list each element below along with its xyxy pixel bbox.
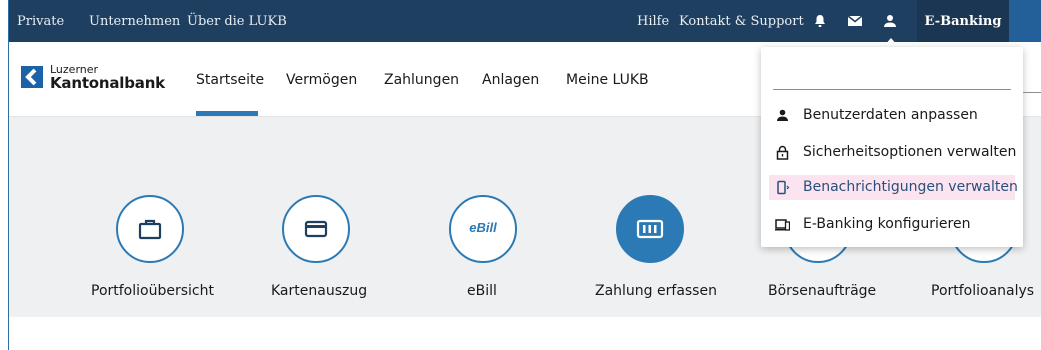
tile-label-boersen[interactable]: Börsenaufträge — [768, 283, 876, 299]
topbar-right-strip — [1009, 0, 1041, 42]
nav-item-vermoegen[interactable]: Vermögen — [286, 72, 357, 88]
tile-zahlung-button[interactable] — [616, 195, 684, 263]
topbar-link-hilfe[interactable]: Hilfe — [637, 0, 669, 42]
devices-icon — [775, 217, 791, 232]
menu-item-label: Benutzerdaten anpassen — [803, 107, 978, 123]
browser-frame: Private Unternehmen Über die LUKB Hilfe … — [8, 0, 1041, 350]
topbar-link-private[interactable]: Private — [17, 0, 64, 42]
tile-label-kartenauszug[interactable]: Kartenauszug — [271, 283, 367, 299]
menu-item-sicherheit[interactable]: Sicherheitsoptionen verwalten — [769, 140, 1017, 165]
tile-label-analyse[interactable]: Portfolioanalys — [931, 283, 1034, 299]
payment-slip-icon — [636, 219, 664, 239]
tile-label-portfolio[interactable]: Portfolioübersicht — [91, 283, 214, 299]
lukb-logo-icon[interactable] — [21, 66, 43, 88]
menu-item-label: Sicherheitsoptionen verwalten — [803, 144, 1017, 160]
user-icon[interactable] — [882, 13, 898, 29]
tile-kartenauszug-button[interactable] — [282, 195, 350, 263]
card-icon — [304, 220, 328, 238]
briefcase-icon — [138, 219, 162, 240]
ebanking-button[interactable]: E-Banking — [917, 0, 1009, 42]
tile-ebill-button[interactable]: eBill — [449, 195, 517, 263]
nav-item-anlagen[interactable]: Anlagen — [482, 72, 539, 88]
menu-item-benachrichtigungen[interactable]: Benachrichtigungen verwalten — [769, 175, 1018, 200]
topbar-link-ueber-lukb[interactable]: Über die LUKB — [187, 0, 287, 42]
bell-icon[interactable] — [812, 13, 828, 29]
tile-label-ebill[interactable]: eBill — [467, 283, 497, 299]
nav-active-indicator — [196, 111, 258, 116]
nav-item-startseite[interactable]: Startseite — [196, 72, 264, 88]
menu-item-benutzerdaten[interactable]: Benutzerdaten anpassen — [769, 103, 1015, 128]
user-menu-dropdown: Benutzerdaten anpassen Sicherheitsoption… — [761, 47, 1023, 247]
dropdown-caret — [884, 38, 898, 46]
dropdown-divider — [773, 89, 1011, 90]
lock-icon — [775, 145, 790, 160]
dropdown-edge-line — [1023, 92, 1041, 93]
menu-item-ebanking-konfig[interactable]: E-Banking konfigurieren — [769, 212, 1015, 237]
logo-line2: Kantonalbank — [50, 74, 165, 92]
tile-label-zahlung[interactable]: Zahlung erfassen — [595, 283, 717, 299]
topbar-link-kontakt[interactable]: Kontakt & Support — [679, 0, 804, 42]
tile-portfolio-button[interactable] — [116, 195, 184, 263]
mail-icon[interactable] — [847, 13, 863, 29]
topbar-link-unternehmen[interactable]: Unternehmen — [89, 0, 180, 42]
nav-item-zahlungen[interactable]: Zahlungen — [384, 72, 459, 88]
user-icon — [775, 108, 790, 123]
menu-item-label: Benachrichtigungen verwalten — [803, 179, 1018, 195]
ebill-icon: eBill — [469, 220, 497, 235]
menu-item-label: E-Banking konfigurieren — [803, 216, 971, 232]
nav-item-meine-lukb[interactable]: Meine LUKB — [566, 72, 649, 88]
phone-notification-icon — [775, 180, 790, 195]
top-bar: Private Unternehmen Über die LUKB Hilfe … — [9, 0, 1041, 42]
